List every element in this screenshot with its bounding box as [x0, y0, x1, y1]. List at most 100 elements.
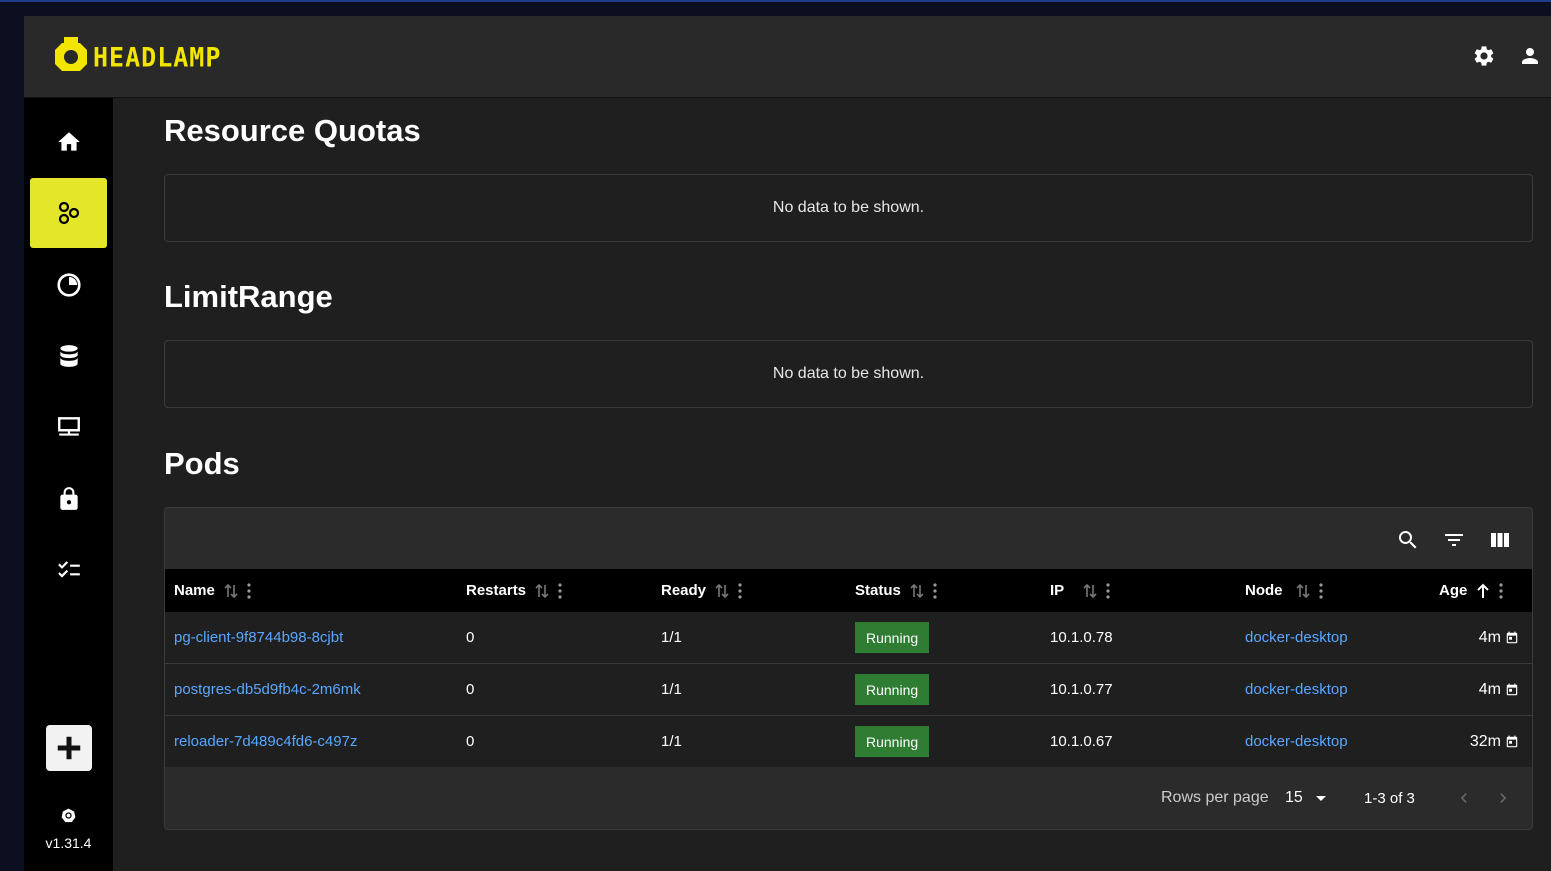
- search-button[interactable]: [1394, 526, 1422, 554]
- headlamp-logo-icon: [55, 37, 87, 71]
- column-header-node[interactable]: Node: [1245, 569, 1323, 612]
- app-bar: HEADLAMP: [24, 16, 1551, 98]
- sidebar-item-home[interactable]: [30, 107, 107, 177]
- status-badge: Running: [855, 674, 930, 705]
- chevron-right-icon: [1500, 793, 1507, 803]
- kubernetes-icon: [61, 808, 76, 828]
- sort-icon[interactable]: [223, 582, 239, 600]
- calendar-icon: [1505, 735, 1519, 749]
- plus-icon: [57, 736, 81, 760]
- pod-name-link[interactable]: pg-client-9f8744b98-8cjbt: [174, 629, 343, 646]
- age-value: 4m: [1478, 680, 1501, 698]
- app-window: HEADLAMP v1.31.4 Resource Quotas No data…: [24, 16, 1551, 871]
- column-header-restarts[interactable]: Restarts: [466, 569, 562, 612]
- sort-icon[interactable]: [909, 582, 925, 600]
- sort-ascending-icon[interactable]: [1475, 582, 1491, 600]
- filter-button[interactable]: [1440, 526, 1468, 554]
- person-icon: [1522, 48, 1538, 64]
- sort-icon[interactable]: [534, 582, 550, 600]
- user-button[interactable]: [1516, 42, 1544, 70]
- age-value: 4m: [1478, 628, 1501, 646]
- storage-database-icon: [59, 345, 78, 367]
- headlamp-logo[interactable]: HEADLAMP: [53, 37, 221, 77]
- network-icon: [57, 417, 80, 436]
- node-link[interactable]: docker-desktop: [1245, 629, 1348, 646]
- ip-value: 10.1.0.78: [1050, 629, 1113, 646]
- sidebar-item-storage[interactable]: [30, 321, 107, 391]
- pod-name-link[interactable]: postgres-db5d9fb4c-2m6mk: [174, 681, 361, 698]
- sidebar-item-network[interactable]: [30, 392, 107, 462]
- sidebar-item-cluster[interactable]: [30, 178, 107, 248]
- column-menu-icon[interactable]: [738, 582, 742, 599]
- empty-text: No data to be shown.: [772, 365, 925, 382]
- logo-text: HEADLAMP: [93, 41, 222, 73]
- version-label: v1.31.4: [45, 835, 92, 851]
- column-menu-icon[interactable]: [1499, 582, 1503, 599]
- table-header: Name Restarts Ready Status IP Node Age: [165, 569, 1532, 612]
- settings-button[interactable]: [1470, 42, 1498, 70]
- column-header-status[interactable]: Status: [855, 569, 937, 612]
- status-badge: Running: [855, 726, 930, 757]
- table-row: reloader-7d489c4fd6-c497z 0 1/1 Running …: [165, 716, 1532, 768]
- ready-value: 1/1: [661, 733, 682, 750]
- calendar-icon: [1505, 683, 1519, 697]
- ready-value: 1/1: [661, 629, 682, 646]
- age-value: 32m: [1469, 732, 1501, 750]
- rows-per-page-select[interactable]: 15: [1285, 786, 1333, 810]
- restarts-value: 0: [466, 629, 475, 646]
- main-content: Resource Quotas No data to be shown. Lim…: [113, 98, 1551, 871]
- next-page-button[interactable]: [1491, 786, 1515, 810]
- view-columns-icon: [1491, 533, 1509, 547]
- add-cluster-button[interactable]: [46, 725, 92, 771]
- empty-text: No data to be shown.: [772, 199, 925, 216]
- rows-per-page-label: Rows per page: [1161, 789, 1269, 806]
- sidebar-item-workloads[interactable]: [30, 250, 107, 320]
- previous-page-button[interactable]: [1452, 786, 1476, 810]
- column-header-age[interactable]: Age: [1439, 569, 1503, 612]
- chevron-down-icon: [1315, 796, 1326, 801]
- gear-icon: [1474, 46, 1494, 66]
- restarts-value: 0: [466, 681, 475, 698]
- resource-quotas-title: Resource Quotas: [164, 113, 421, 148]
- pods-table: Name Restarts Ready Status IP Node Age p…: [164, 507, 1533, 830]
- checklist-icon: [57, 561, 80, 578]
- top-accent-line: [0, 0, 1551, 2]
- sort-icon[interactable]: [1295, 582, 1311, 600]
- pods-title: Pods: [164, 446, 240, 481]
- home-icon: [57, 132, 80, 151]
- chevron-left-icon: [1460, 793, 1467, 803]
- filter-icon: [1445, 534, 1463, 546]
- sidebar-item-security[interactable]: [30, 464, 107, 534]
- sidebar-item-checklist[interactable]: [30, 535, 107, 605]
- node-link[interactable]: docker-desktop: [1245, 681, 1348, 698]
- sort-icon[interactable]: [714, 582, 730, 600]
- restarts-value: 0: [466, 733, 475, 750]
- ip-value: 10.1.0.77: [1050, 681, 1113, 698]
- column-header-name[interactable]: Name: [174, 569, 251, 612]
- status-badge: Running: [855, 622, 930, 653]
- cluster-icon: [58, 201, 79, 225]
- column-menu-icon[interactable]: [1318, 582, 1323, 599]
- node-link[interactable]: docker-desktop: [1245, 733, 1348, 750]
- pagination-range: 1-3 of 3: [1364, 789, 1415, 807]
- search-icon: [1399, 531, 1417, 549]
- table-row: postgres-db5d9fb4c-2m6mk 0 1/1 Running 1…: [165, 664, 1532, 716]
- columns-button[interactable]: [1486, 526, 1514, 554]
- column-header-ready[interactable]: Ready: [661, 569, 742, 612]
- lock-icon: [59, 487, 78, 510]
- column-header-ip[interactable]: IP: [1050, 569, 1110, 612]
- column-menu-icon[interactable]: [933, 582, 937, 599]
- calendar-icon: [1505, 631, 1519, 645]
- table-pagination: Rows per page 15 1-3 of 3: [165, 767, 1532, 829]
- column-menu-icon[interactable]: [247, 582, 251, 599]
- table-row: pg-client-9f8744b98-8cjbt 0 1/1 Running …: [165, 612, 1532, 664]
- ip-value: 10.1.0.67: [1050, 733, 1113, 750]
- column-menu-icon[interactable]: [558, 582, 562, 599]
- sidebar: v1.31.4: [24, 98, 113, 871]
- limit-range-empty: No data to be shown.: [164, 340, 1533, 408]
- resource-quotas-empty: No data to be shown.: [164, 174, 1533, 242]
- column-menu-icon[interactable]: [1106, 582, 1110, 599]
- sort-icon[interactable]: [1082, 582, 1098, 600]
- pod-name-link[interactable]: reloader-7d489c4fd6-c497z: [174, 733, 357, 750]
- ready-value: 1/1: [661, 681, 682, 698]
